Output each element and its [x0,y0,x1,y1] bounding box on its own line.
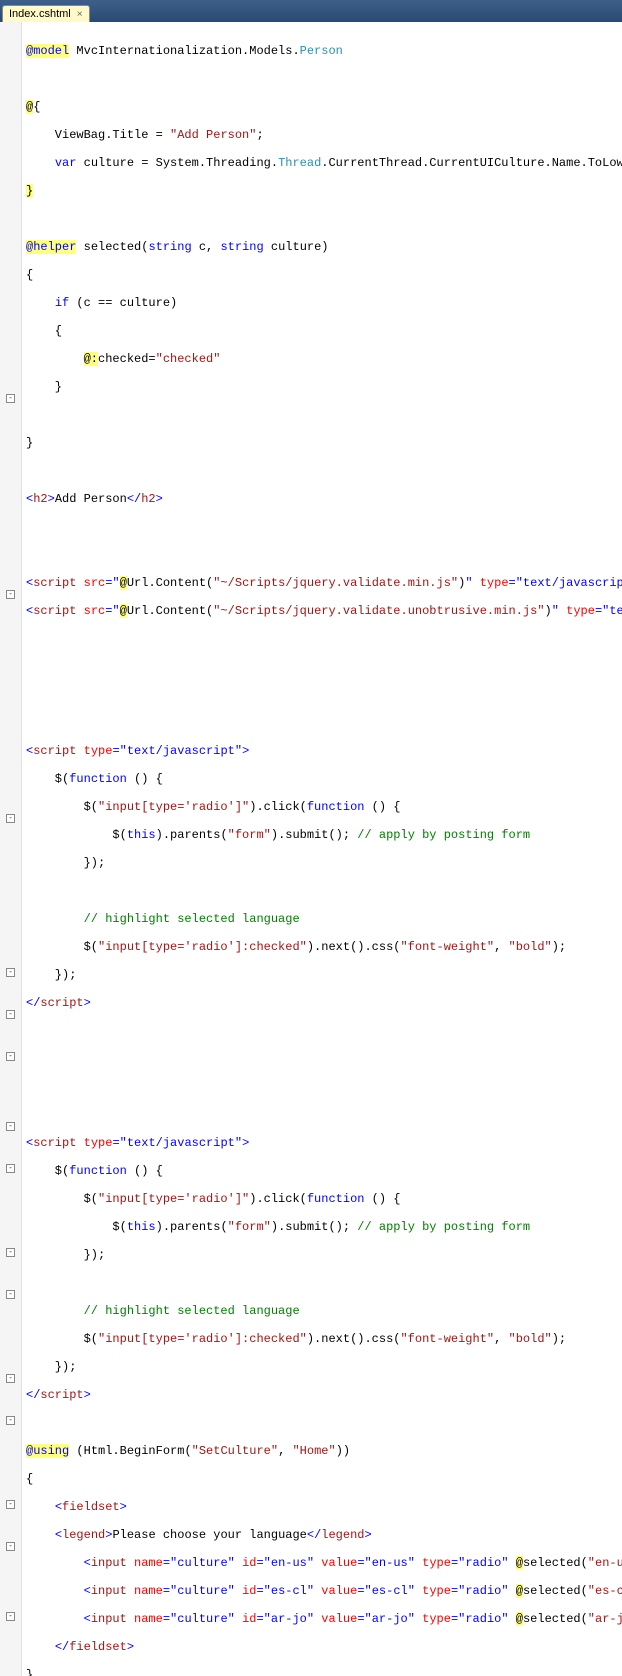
fold-toggle[interactable]: - [6,394,15,403]
fold-toggle[interactable]: - [6,1612,15,1621]
code-content[interactable]: @model MvcInternationalization.Models.Pe… [22,22,622,1676]
file-tab[interactable]: Index.cshtml × [2,5,90,22]
tab-label: Index.cshtml [9,8,71,20]
fold-toggle[interactable]: - [6,1164,15,1173]
fold-toggle[interactable]: - [6,1052,15,1061]
code-editor[interactable]: - - - - - - - - - - - - - - - @model Mvc… [0,22,622,1676]
fold-toggle[interactable]: - [6,1248,15,1257]
fold-toggle[interactable]: - [6,1010,15,1019]
fold-toggle[interactable]: - [6,1542,15,1551]
fold-toggle[interactable]: - [6,1290,15,1299]
fold-toggle[interactable]: - [6,1374,15,1383]
gutter: - - - - - - - - - - - - - - - [0,22,22,1676]
fold-toggle[interactable]: - [6,814,15,823]
fold-toggle[interactable]: - [6,590,15,599]
fold-toggle[interactable]: - [6,1416,15,1425]
fold-toggle[interactable]: - [6,1500,15,1509]
fold-toggle[interactable]: - [6,1122,15,1131]
close-icon[interactable]: × [77,9,83,20]
tab-bar: Index.cshtml × [0,0,622,22]
fold-toggle[interactable]: - [6,968,15,977]
